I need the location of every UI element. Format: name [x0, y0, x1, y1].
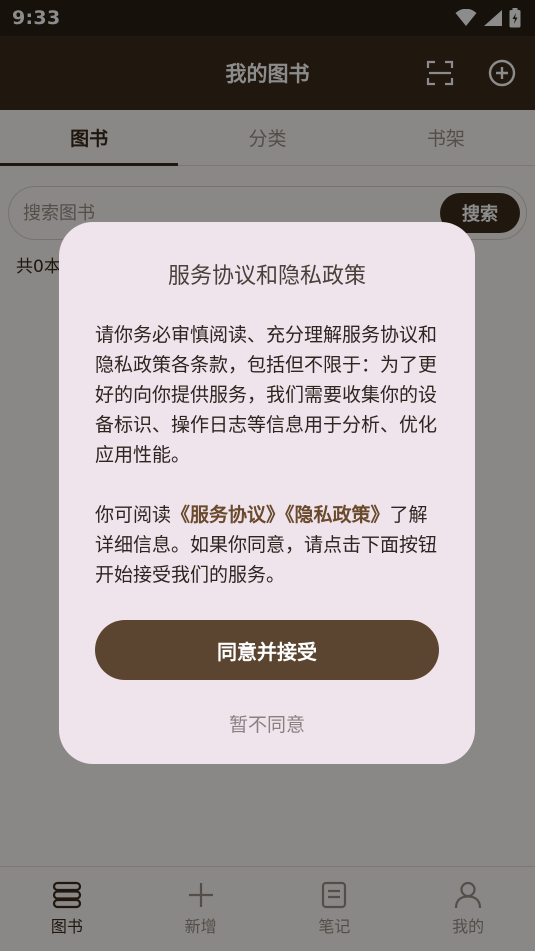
- agree-button[interactable]: 同意并接受: [95, 620, 439, 680]
- service-agreement-link[interactable]: 《服务协议》: [171, 504, 285, 526]
- dialog-title: 服务协议和隐私政策: [167, 264, 366, 289]
- dialog-paragraph-2: 你可阅读《服务协议》《隐私政策》了解详细信息。如果你同意，请点击下面按钮开始接受…: [95, 500, 439, 590]
- decline-button[interactable]: 暂不同意: [95, 710, 439, 737]
- paragraph-2-prefix: 你可阅读: [95, 504, 172, 526]
- privacy-policy-link[interactable]: 《隐私政策》: [285, 504, 390, 526]
- dialog-body: 请你务必审慎阅读、充分理解服务协议和隐私政策各条款，包括但不限于：为了更好的向你…: [95, 320, 439, 590]
- dialog-paragraph-1: 请你务必审慎阅读、充分理解服务协议和隐私政策各条款，包括但不限于：为了更好的向你…: [95, 324, 438, 466]
- privacy-dialog: 服务协议和隐私政策 请你务必审慎阅读、充分理解服务协议和隐私政策各条款，包括但不…: [59, 222, 475, 764]
- screen: 9:33 我的图书 图书 分类 书架 搜索图书 搜索 共0本 图书 新增 笔记 …: [0, 0, 535, 951]
